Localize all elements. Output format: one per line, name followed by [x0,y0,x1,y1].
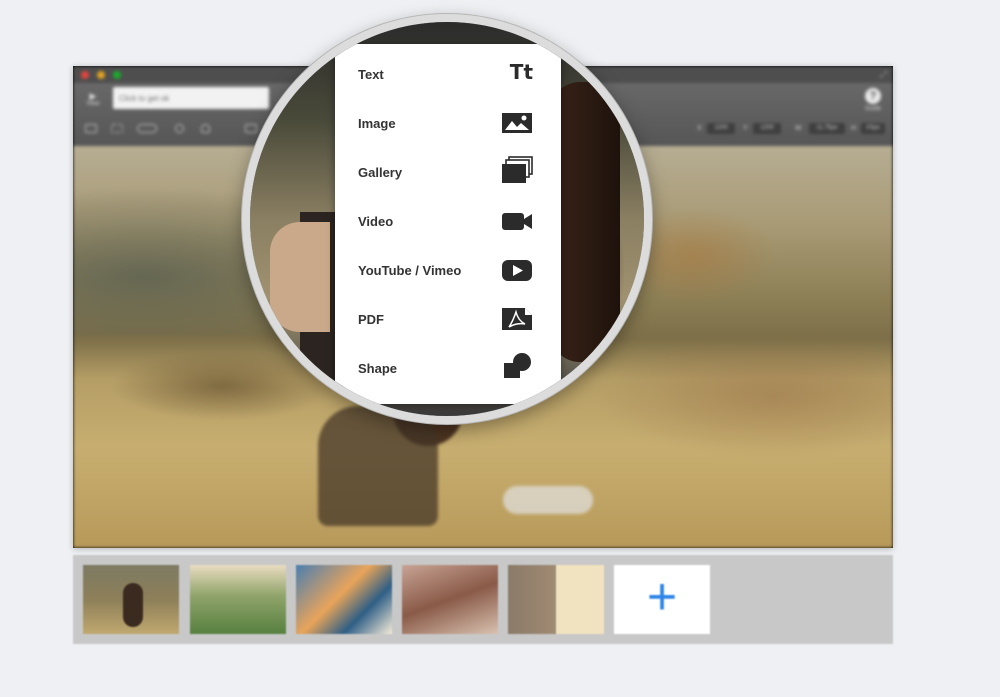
x-field[interactable]: 1200 [707,123,735,134]
image-icon [502,113,532,133]
slide-thumbnail-1[interactable] [83,565,179,634]
w-label: W [795,125,802,132]
menu-item-label: Shape [358,361,398,376]
menu-item-text[interactable]: Text Tt [335,52,561,101]
title-input[interactable] [113,87,269,109]
person-icon[interactable] [175,124,184,133]
y-label: Y [743,125,748,132]
menu-item-shape[interactable]: Shape [335,346,561,395]
menu-item-youtube-vimeo[interactable]: YouTube / Vimeo [335,248,561,297]
view-label: View [86,101,100,107]
menu-item-video[interactable]: Video [335,199,561,248]
person-figure [318,406,438,526]
magnified-arm [270,222,330,332]
add-slide-button[interactable]: + [614,565,710,634]
h-field[interactable]: #Spx [861,123,885,134]
menu-item-gallery[interactable]: Gallery [335,150,561,199]
menu-item-pdf[interactable]: PDF [335,297,561,346]
w-field[interactable]: 11.75px [809,123,845,134]
play-button-icon [502,260,532,281]
plus-icon: + [646,568,678,626]
slide-thumbnail-5[interactable] [508,565,604,634]
thumbnail-figure [123,583,143,627]
h-label: H [851,125,857,132]
menu-item-label: Video [358,214,394,229]
minimize-window-button[interactable] [97,71,105,79]
close-window-button[interactable] [81,71,89,79]
fullscreen-icon[interactable]: ⤢ [880,69,887,80]
pdf-icon [502,308,532,330]
insert-element-menu: Text Tt Image Gallery Video YouTube / Vi… [335,44,561,404]
slide-filmstrip: + [73,555,893,644]
y-field[interactable]: 1200 [753,123,781,134]
menu-item-label: Text [358,67,384,82]
help-button[interactable]: ? Guide [864,88,881,112]
help-label: Guide [864,106,881,112]
menu-item-label: Image [358,116,396,131]
crop-icon[interactable] [111,124,123,133]
x-label: X [697,125,702,132]
view-button[interactable]: ▶ View [82,91,104,107]
person-shoe [503,486,593,514]
bulb-icon[interactable] [201,124,210,133]
menu-item-image[interactable]: Image [335,101,561,150]
video-camera-icon [502,213,532,230]
gallery-icon [502,156,533,183]
slide-thumbnail-3[interactable] [296,565,392,634]
text-tt-icon: Tt [509,60,533,84]
slide-thumbnail-4[interactable] [402,565,498,634]
menu-item-label: Gallery [358,165,403,180]
zoom-window-button[interactable] [113,71,121,79]
menu-item-label: PDF [358,312,384,327]
shape-icon [504,353,531,378]
frame-icon[interactable] [85,124,97,133]
link-icon[interactable] [137,124,157,133]
question-icon: ? [864,88,881,104]
play-icon: ▶ [89,91,97,101]
slide-thumbnail-2[interactable] [190,565,286,634]
menu-item-label: YouTube / Vimeo [358,263,462,278]
magnifier-lens: Text Tt Image Gallery Video YouTube / Vi… [242,14,652,424]
